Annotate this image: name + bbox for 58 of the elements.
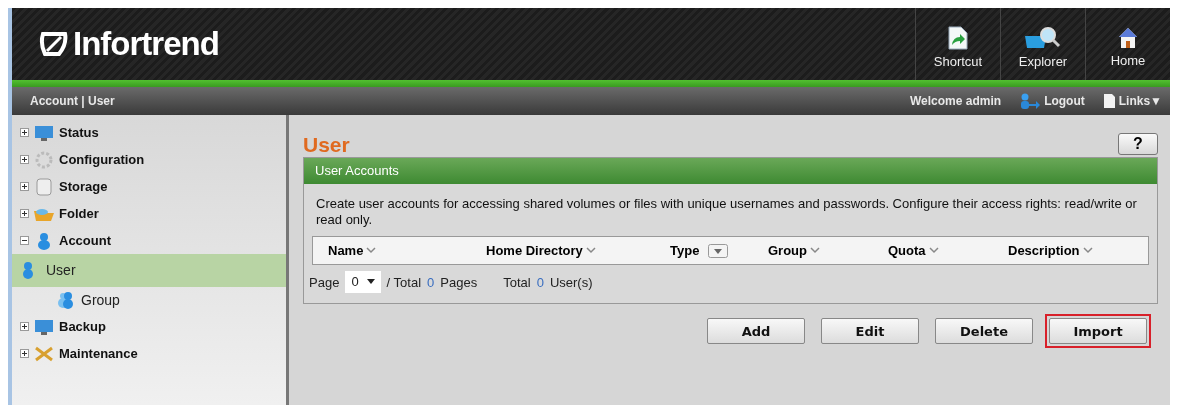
folder-magnifier-icon: [1024, 25, 1062, 50]
page-label: Page: [309, 274, 340, 290]
chevron-down-icon: [366, 247, 377, 254]
action-button[interactable]: Delete: [935, 318, 1033, 344]
house-icon: [1118, 26, 1138, 49]
welcome-text: Welcome admin: [910, 94, 1002, 108]
expand-icon[interactable]: [20, 322, 29, 331]
links-menu[interactable]: Links▼: [1102, 93, 1162, 109]
column-header[interactable]: Name: [328, 243, 486, 258]
panel-header: User Accounts: [304, 158, 1157, 184]
tree-item[interactable]: Status: [12, 119, 286, 146]
column-header[interactable]: Home Directory: [486, 243, 670, 258]
chevron-down-icon: [810, 247, 820, 254]
users-label: User(s): [549, 274, 593, 290]
total-label: / Total: [386, 274, 422, 290]
page-title: User: [303, 133, 350, 157]
expand-icon[interactable]: [20, 182, 29, 191]
tree-item[interactable]: Backup: [12, 313, 286, 340]
logo-icon: [39, 31, 69, 57]
tree-item[interactable]: Account: [12, 227, 286, 254]
breadcrumb: Account | User: [30, 94, 115, 108]
page-select[interactable]: 0: [345, 271, 381, 293]
chevron-down-icon: [585, 247, 596, 254]
expand-icon[interactable]: [20, 128, 29, 137]
description-text: Create user accounts for accessing shared volumes or files with unique usernames and passwords. Configure their access rights: read/write or read only.: [315, 195, 1138, 229]
column-header[interactable]: Description: [1008, 243, 1148, 258]
tree-item[interactable]: User: [12, 254, 286, 287]
caret-icon: [366, 279, 375, 284]
tree-item[interactable]: Configuration: [12, 146, 286, 173]
user-count: 0: [536, 274, 544, 290]
page-count: 0: [427, 274, 435, 290]
action-button[interactable]: Import: [1049, 318, 1147, 344]
person-icon: [23, 261, 33, 279]
column-header[interactable]: Type: [670, 243, 768, 258]
person-arrow-icon: [1019, 93, 1042, 109]
document-icon: [1102, 93, 1116, 109]
column-header[interactable]: Group: [768, 243, 888, 258]
action-button[interactable]: Add: [707, 318, 805, 344]
help-button[interactable]: ?: [1118, 133, 1158, 155]
expand-icon[interactable]: [20, 155, 29, 164]
chevron-down-icon: [1082, 247, 1093, 254]
document-arrow-icon: [948, 25, 968, 50]
people-icon: [58, 291, 73, 309]
total-label: Total: [503, 274, 531, 290]
logo-text: Infortrend: [73, 25, 219, 63]
expand-icon[interactable]: [20, 209, 29, 218]
pages-label: Pages: [440, 274, 478, 290]
tree-item[interactable]: Maintenance: [12, 340, 286, 367]
action-button[interactable]: Edit: [821, 318, 919, 344]
collapse-icon[interactable]: [20, 236, 29, 245]
expand-icon[interactable]: [20, 349, 29, 358]
filter-dropdown-icon[interactable]: [708, 243, 729, 258]
tree-item[interactable]: Folder: [12, 200, 286, 227]
chevron-down-icon: [928, 247, 939, 254]
logout-link[interactable]: Logout: [1019, 93, 1085, 109]
column-header[interactable]: Quota: [888, 243, 1008, 258]
tree-item[interactable]: Group: [12, 287, 286, 313]
tree-item[interactable]: Storage: [12, 173, 286, 200]
